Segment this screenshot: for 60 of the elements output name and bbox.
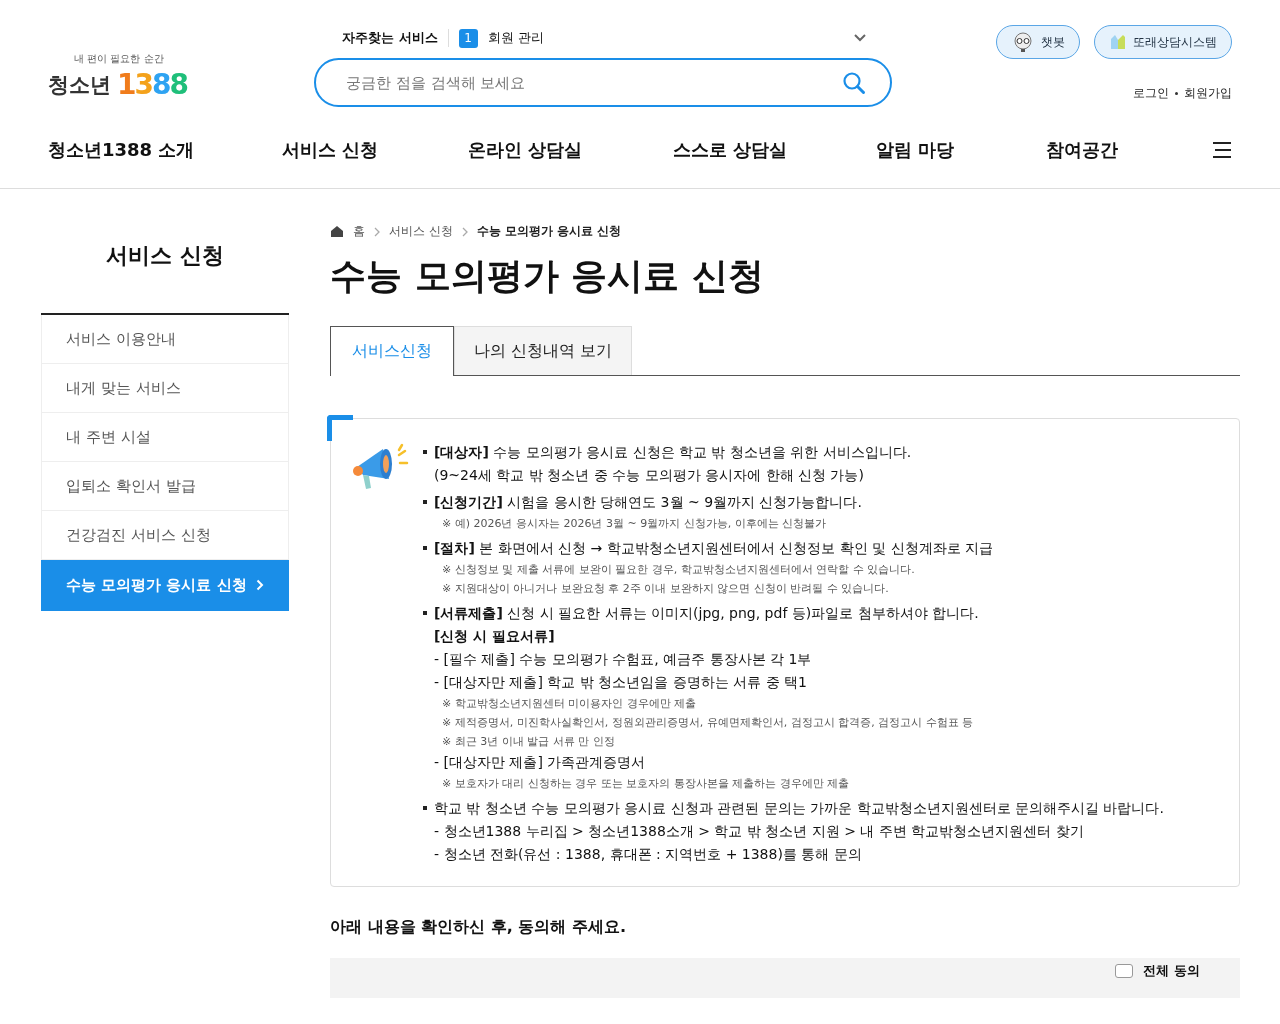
note-text: ※ 제적증명서, 미진학사실확인서, 정원외관리증명서, 유예면제확인서, 검정고시 합격증, 검정고시 수험표 등 (441, 715, 975, 731)
chevron-right-icon (461, 226, 468, 237)
note-text: ※ 최근 3년 이내 발급 서류 만 인정 (441, 734, 616, 750)
chevron-right-icon (256, 579, 264, 591)
checkbox[interactable] (1115, 964, 1134, 978)
tab[interactable]: 나의 신청내역 보기 (454, 326, 632, 375)
chevron-right-icon (374, 226, 380, 237)
notice-text: - [대상자만 제출] 가족관계증명서 (434, 753, 647, 772)
sidebar-item[interactable]: 입퇴소 확인서 발급 (41, 462, 289, 511)
menu-icon[interactable] (1212, 141, 1232, 159)
breadcrumb-link[interactable]: 서비스 신청 (389, 223, 453, 240)
notice-text: 학교 밖 청소년 수능 모의평가 응시료 신청과 관련된 문의는 가까운 학교밖청소년지원센터로 문의해주시길 바랍니다. (434, 799, 1165, 818)
account-link[interactable]: 회원가입 (1184, 85, 1232, 102)
search-icon[interactable] (842, 71, 866, 95)
search-field[interactable]: 궁금한 점을 검색해 보세요 (314, 58, 892, 107)
home-icon (330, 225, 344, 238)
notice-text: - [필수 제출] 수능 모의평가 수험표, 예금주 통장사본 각 1부 (434, 650, 813, 669)
notice-text: - [대상자만 제출] 학교 밖 청소년임을 증명하는 서류 중 택1 (434, 673, 808, 692)
corner-accent (327, 415, 353, 441)
separator-dot (1175, 92, 1178, 95)
rank-badge: 1 (458, 28, 478, 48)
note-text: ※ 보호자가 대리 신청하는 경우 또는 보호자의 통장사본을 제출하는 경우에만 제출 (441, 776, 851, 792)
nav-menu-item[interactable]: 참여공간 (1046, 138, 1212, 162)
sidebar-item[interactable]: 내게 맞는 서비스 (41, 364, 289, 413)
note-text: ※ 신청정보 및 제출 서류에 보완이 필요한 경우, 학교밖청소년지원센터에서 연락할 수 있습니다. (441, 562, 916, 578)
note-text: ※ 지원대상이 아니거나 보완요청 후 2주 이내 보완하지 않으면 신청이 반려될 수 있습니다. (441, 581, 890, 597)
quick-service-item[interactable]: 회원 관리 (487, 29, 854, 47)
notice-text: [서류제출] 신청 시 필요한 서류는 이미지(jpg, png, pdf 등)파일로 첨부하셔야 합니다. (434, 604, 980, 623)
chatbot-button[interactable]: 챗봇 (996, 25, 1080, 59)
breadcrumb-link[interactable]: 수능 모의평가 응시료 신청 (476, 223, 622, 240)
notice-text: [신청기간] 시험을 응시한 당해연도 3월 ~ 9월까지 신청가능합니다. (434, 493, 863, 512)
robot-icon (1011, 31, 1035, 53)
peer-counseling-button[interactable]: 또래상담시스템 (1094, 25, 1232, 59)
nav-menu-item[interactable]: 알림 마당 (876, 138, 1046, 162)
agreement-prompt: 아래 내용을 확인하신 후, 동의해 주세요. (330, 917, 627, 938)
sidebar-item[interactable]: 서비스 이용안내 (41, 315, 289, 364)
logo-tagline: 내 편이 필요한 순간 (74, 52, 165, 66)
nav-menu-item[interactable]: 스스로 상담실 (673, 138, 876, 162)
notice-text: - 청소년 전화(유선 : 1388, 휴대폰 : 지역번호 + 1388)를 통해 문의 (434, 845, 863, 864)
checkbox-label[interactable]: 전체 동의 (1143, 964, 1200, 978)
caret-icon[interactable] (854, 34, 866, 42)
sidebar-item[interactable]: 내 주변 시설 (41, 413, 289, 462)
sidebar-title: 서비스 신청 (41, 189, 289, 315)
breadcrumb-link[interactable]: 홈 (353, 223, 365, 240)
nav-menu-item[interactable]: 청소년1388 소개 (48, 138, 282, 162)
account-link[interactable]: 로그인 (1133, 85, 1169, 102)
note-text: ※ 예) 2026년 응시자는 2026년 3월 ~ 9월까지 신청가능, 이후에는 신청불가 (441, 516, 828, 532)
tab[interactable]: 서비스신청 (330, 326, 454, 376)
notice-text: (9~24세 학교 밖 청소년 중 수능 모의평가 응시자에 한해 신청 가능) (434, 466, 865, 485)
notice-text: - 청소년1388 누리집 > 청소년1388소개 > 학교 밖 청소년 지원 > 내 주변 학교밖청소년지원센터 찾기 (434, 822, 1085, 841)
notice-heading: [신청 시 필요서류] (434, 627, 556, 646)
logo-text[interactable]: 청소년 (48, 70, 111, 99)
people-icon (1109, 33, 1127, 51)
page-title: 수능 모의평가 응시료 신청 (330, 254, 765, 298)
quick-service-label: 자주찾는 서비스 (342, 29, 449, 47)
notice-text: [절차] 본 화면에서 신청 → 학교밖청소년지원센터에서 신청정보 확인 및 신청계좌로 지급 (434, 539, 995, 558)
note-text: ※ 학교밖청소년지원센터 미이용자인 경우에만 제출 (441, 696, 698, 712)
notice-text: [대상자] 수능 모의평가 응시료 신청은 학교 밖 청소년을 위한 서비스입니다. (434, 443, 913, 462)
nav-menu-item[interactable]: 서비스 신청 (282, 138, 468, 162)
nav-menu-item[interactable]: 온라인 상담실 (468, 138, 673, 162)
